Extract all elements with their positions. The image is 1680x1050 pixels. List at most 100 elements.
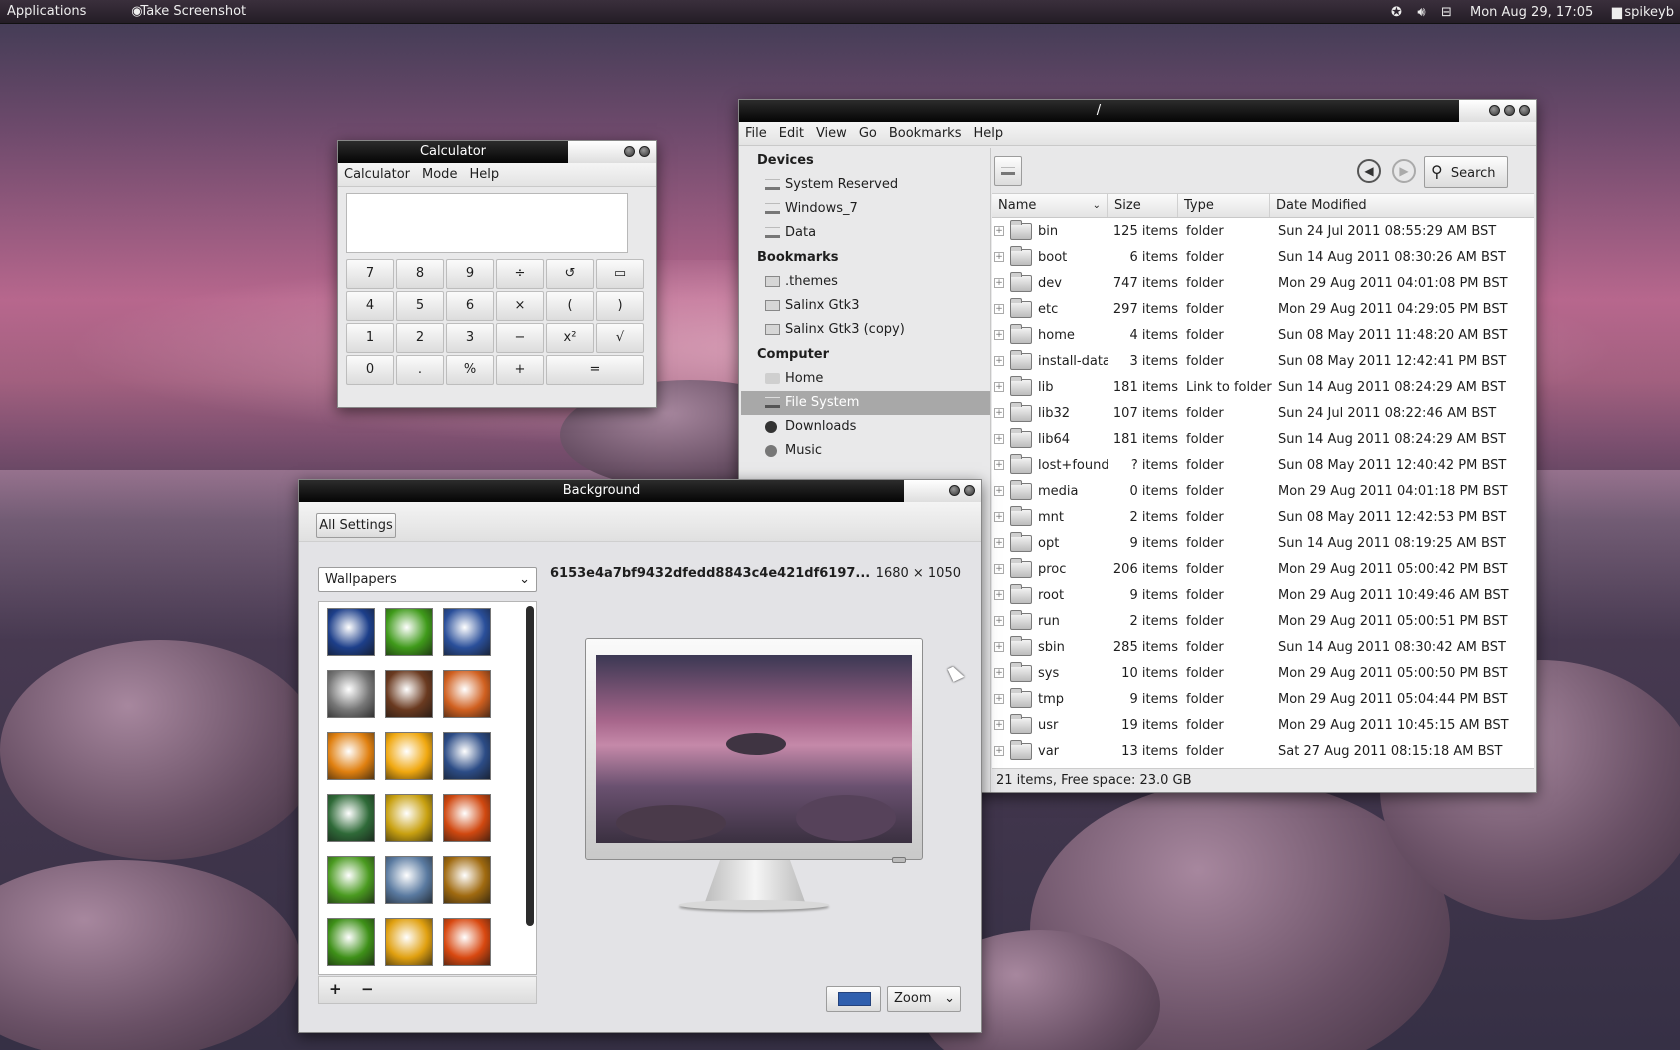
wallpaper-thumbnail[interactable] (327, 856, 375, 904)
clear-key[interactable]: ▭ (596, 259, 644, 289)
table-row[interactable]: + root 9 items folder Mon 29 Aug 2011 10:49:… (992, 582, 1534, 608)
expand-icon[interactable]: + (994, 590, 1004, 600)
key-square[interactable]: x² (546, 323, 594, 353)
expand-icon[interactable]: + (994, 304, 1004, 314)
expand-icon[interactable]: + (994, 668, 1004, 678)
key-sqrt[interactable]: √ (596, 323, 644, 353)
column-size[interactable]: Size (1108, 194, 1178, 217)
table-row[interactable]: + lib64 181 items folder Sun 14 Aug 2011 08:… (992, 426, 1534, 452)
table-row[interactable]: + run 2 items folder Mon 29 Aug 2011 05:00:5… (992, 608, 1534, 634)
sidebar-item-music[interactable]: Music (741, 439, 990, 463)
column-date[interactable]: Date Modified (1270, 194, 1520, 217)
key-equals[interactable]: = (546, 355, 644, 385)
menu-bookmarks[interactable]: Bookmarks (883, 126, 968, 141)
expand-icon[interactable]: + (994, 434, 1004, 444)
key-7[interactable]: 7 (346, 259, 394, 289)
wallpaper-thumbnail[interactable] (443, 856, 491, 904)
table-row[interactable]: + etc 297 items folder Mon 29 Aug 2011 04:29… (992, 296, 1534, 322)
sidebar-item-file-system[interactable]: File System (741, 391, 990, 415)
table-row[interactable]: + install-data 3 items folder Sun 08 May 201… (992, 348, 1534, 374)
sidebar-item-downloads[interactable]: Downloads (741, 415, 990, 439)
search-button[interactable]: ⚲ Search (1424, 156, 1508, 188)
table-row[interactable]: + lib32 107 items folder Sun 24 Jul 2011 08:… (992, 400, 1534, 426)
sidebar-item-data[interactable]: Data (741, 221, 990, 245)
maximize-button[interactable] (1504, 105, 1515, 116)
menu-mode[interactable]: Mode (416, 167, 463, 182)
key-close-paren[interactable]: ) (596, 291, 644, 321)
close-button[interactable] (1519, 105, 1530, 116)
minimize-button[interactable] (624, 146, 635, 157)
add-wallpaper-button[interactable]: + (329, 980, 342, 998)
key-add[interactable]: + (496, 355, 544, 385)
wallpaper-thumbnail[interactable] (327, 608, 375, 656)
sidebar-item-salinx-gtk3-copy[interactable]: Salinx Gtk3 (copy) (741, 318, 990, 342)
menu-calculator[interactable]: Calculator (338, 167, 416, 182)
volume-icon[interactable]: 🔊︎ (1414, 5, 1429, 20)
background-titlebar[interactable]: Background (299, 480, 981, 502)
wallpaper-thumbnail[interactable] (443, 732, 491, 780)
sidebar-item-home[interactable]: Home (741, 367, 990, 391)
zoom-select[interactable]: Zoom ⌄ (887, 986, 961, 1012)
table-row[interactable]: + proc 206 items folder Mon 29 Aug 2011 05:0… (992, 556, 1534, 582)
calculator-display[interactable] (346, 193, 628, 253)
wallpaper-thumbnail[interactable] (443, 794, 491, 842)
take-screenshot-launcher[interactable]: ◉ Take Screenshot (131, 4, 253, 19)
table-row[interactable]: + home 4 items folder Sun 08 May 2011 11:48:… (992, 322, 1534, 348)
file-manager-titlebar[interactable]: / (739, 100, 1536, 122)
expand-icon[interactable]: + (994, 642, 1004, 652)
minimize-button[interactable] (949, 485, 960, 496)
sidebar-item-system-reserved[interactable]: System Reserved (741, 173, 990, 197)
key-divide[interactable]: ÷ (496, 259, 544, 289)
expand-icon[interactable]: + (994, 252, 1004, 262)
color-button[interactable] (826, 986, 881, 1012)
expand-icon[interactable]: + (994, 226, 1004, 236)
table-row[interactable]: + tmp 9 items folder Mon 29 Aug 2011 05:04:4… (992, 686, 1534, 712)
expand-icon[interactable]: + (994, 278, 1004, 288)
calculator-titlebar[interactable]: Calculator (338, 141, 656, 163)
expand-icon[interactable]: + (994, 720, 1004, 730)
key-9[interactable]: 9 (446, 259, 494, 289)
key-decimal[interactable]: . (396, 355, 444, 385)
key-8[interactable]: 8 (396, 259, 444, 289)
key-open-paren[interactable]: ( (546, 291, 594, 321)
menu-file[interactable]: File (739, 126, 773, 141)
key-subtract[interactable]: − (496, 323, 544, 353)
location-root-button[interactable] (994, 156, 1022, 186)
table-row[interactable]: + media 0 items folder Mon 29 Aug 2011 04:01… (992, 478, 1534, 504)
all-settings-button[interactable]: All Settings (316, 513, 396, 538)
menu-go[interactable]: Go (853, 126, 883, 141)
back-button[interactable]: ◀ (1357, 159, 1381, 183)
table-row[interactable]: + lost+found ? items folder Sun 08 May 2011 … (992, 452, 1534, 478)
wallpaper-thumbnail[interactable] (327, 794, 375, 842)
wallpaper-thumbnail[interactable] (385, 918, 433, 966)
menu-help[interactable]: Help (967, 126, 1009, 141)
sidebar-item-themes[interactable]: .themes (741, 270, 990, 294)
user-menu[interactable]: ▆ spikeyb (1609, 5, 1674, 20)
column-type[interactable]: Type (1178, 194, 1270, 217)
wallpaper-thumbnail[interactable] (385, 608, 433, 656)
expand-icon[interactable]: + (994, 616, 1004, 626)
table-row[interactable]: + sbin 285 items folder Sun 14 Aug 2011 08:3… (992, 634, 1534, 660)
wallpaper-source-select[interactable]: Wallpapers ⌄ (318, 567, 537, 592)
expand-icon[interactable]: + (994, 694, 1004, 704)
expand-icon[interactable]: + (994, 382, 1004, 392)
minimize-button[interactable] (1489, 105, 1500, 116)
expand-icon[interactable]: + (994, 538, 1004, 548)
remove-wallpaper-button[interactable]: − (361, 980, 374, 998)
wallpaper-thumbnail[interactable] (443, 918, 491, 966)
applications-menu[interactable]: Applications (0, 4, 93, 19)
key-2[interactable]: 2 (396, 323, 444, 353)
table-row[interactable]: + opt 9 items folder Sun 14 Aug 2011 08:19:2… (992, 530, 1534, 556)
key-4[interactable]: 4 (346, 291, 394, 321)
network-icon[interactable]: ⊟ (1439, 5, 1454, 20)
table-row[interactable]: + lib 181 items Link to folder Sun 14 Aug 20… (992, 374, 1534, 400)
wallpaper-thumbnail[interactable] (327, 918, 375, 966)
key-1[interactable]: 1 (346, 323, 394, 353)
key-5[interactable]: 5 (396, 291, 444, 321)
accessibility-icon[interactable]: ✪ (1389, 5, 1404, 20)
expand-icon[interactable]: + (994, 330, 1004, 340)
table-row[interactable]: + mnt 2 items folder Sun 08 May 2011 12:42:5… (992, 504, 1534, 530)
key-3[interactable]: 3 (446, 323, 494, 353)
wallpaper-thumbnail[interactable] (385, 732, 433, 780)
expand-icon[interactable]: + (994, 460, 1004, 470)
